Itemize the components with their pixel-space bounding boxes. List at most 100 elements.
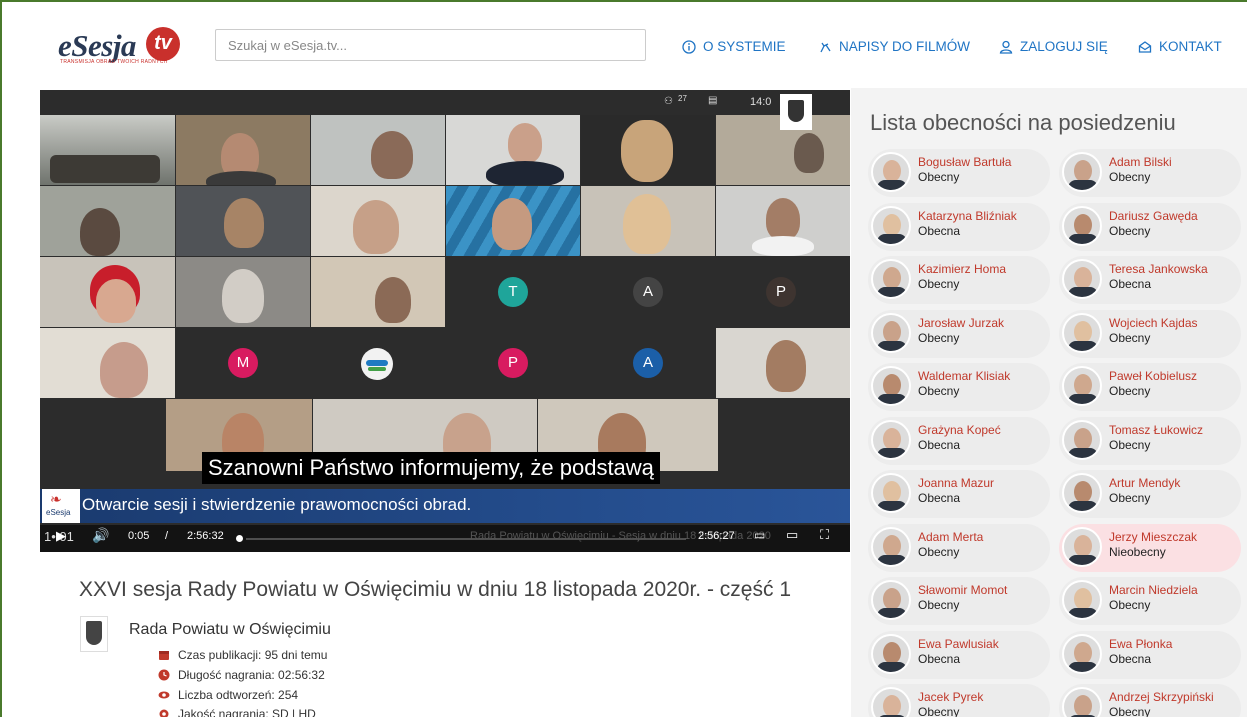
chat-icon: ▤ bbox=[708, 95, 718, 106]
attendee-name[interactable]: Paweł Kobielusz bbox=[1109, 369, 1197, 383]
attendee-name[interactable]: Jacek Pyrek bbox=[918, 690, 983, 704]
attendee-card[interactable]: Jarosław Jurzak Obecny bbox=[868, 309, 1050, 358]
attendee-name[interactable]: Andrzej Skrzypiński bbox=[1109, 690, 1214, 704]
attendee-status: Obecny bbox=[1109, 223, 1151, 238]
attendance-title: Lista obecności na posiedzeniu bbox=[870, 110, 1176, 135]
attendee-card[interactable]: Andrzej Skrzypiński Obecny bbox=[1059, 684, 1241, 717]
theater-mode-icon[interactable]: ▭ bbox=[786, 527, 798, 543]
attendee-status: Obecny bbox=[1109, 705, 1151, 717]
subtitles-icon bbox=[820, 42, 831, 52]
attendee-name[interactable]: Waldemar Klisiak bbox=[918, 369, 1010, 383]
attendee-card[interactable]: Jacek Pyrek Obecny bbox=[868, 684, 1050, 717]
attendee-name[interactable]: Sławomir Momot bbox=[918, 583, 1007, 597]
attendee-card[interactable]: Ewa Płonka Obecna bbox=[1059, 630, 1241, 679]
attendee-card[interactable]: Dariusz Gawęda Obecny bbox=[1059, 202, 1241, 251]
fullscreen-icon[interactable]: ⛶ bbox=[820, 527, 829, 543]
attendee-name[interactable]: Joanna Mazur bbox=[918, 476, 994, 490]
attendee-avatar bbox=[871, 205, 911, 246]
attendee-name[interactable]: Tomasz Łukowicz bbox=[1109, 423, 1203, 437]
nav-kontakt[interactable]: KONTAKT bbox=[1138, 39, 1222, 54]
video-tile bbox=[176, 257, 310, 327]
video-tile bbox=[40, 257, 175, 327]
attendee-card[interactable]: Marcin Niedziela Obecny bbox=[1059, 577, 1241, 625]
attendee-name[interactable]: Teresa Jankowska bbox=[1109, 262, 1208, 276]
brand-label: eSesja bbox=[46, 508, 71, 517]
attendee-status: Obecna bbox=[918, 491, 961, 505]
attendee-name[interactable]: Adam Bilski bbox=[1109, 155, 1172, 169]
progress-handle[interactable] bbox=[236, 535, 243, 542]
logo-tv-badge[interactable]: tv bbox=[146, 27, 180, 61]
attendee-avatar bbox=[1062, 687, 1102, 717]
esesja-small-logo: ❧ eSesja bbox=[42, 489, 80, 523]
video-tile bbox=[40, 115, 175, 185]
nav-zaloguj[interactable]: ZALOGUJ SIĘ bbox=[999, 39, 1108, 54]
attendee-card[interactable]: Tomasz Łukowicz Obecny bbox=[1059, 416, 1241, 465]
attendee-avatar bbox=[1062, 205, 1102, 246]
attendee-status: Obecny bbox=[1109, 384, 1151, 398]
video-tile-avatar: A bbox=[581, 257, 715, 327]
attendee-status: Obecny bbox=[918, 277, 960, 291]
attendee-name[interactable]: Marcin Niedziela bbox=[1109, 583, 1198, 597]
video-tile bbox=[581, 186, 715, 256]
attendee-card[interactable]: Ewa Pawlusiak Obecna bbox=[868, 630, 1050, 679]
video-title: XXVI sesja Rady Powiatu w Oświęcimiu w d… bbox=[79, 578, 792, 601]
search-input[interactable] bbox=[215, 29, 646, 61]
attendee-name[interactable]: Katarzyna Bliźniak bbox=[918, 209, 1017, 223]
participants-count: 27 bbox=[678, 94, 687, 103]
play-icon[interactable]: ▶ bbox=[56, 528, 66, 544]
avatar: T bbox=[498, 277, 528, 307]
attendee-card[interactable]: Adam Merta Obecny bbox=[868, 523, 1050, 572]
attendee-name[interactable]: Grażyna Kopeć bbox=[918, 423, 1001, 437]
video-tile bbox=[311, 115, 445, 185]
meta-label: Czas publikacji: 95 dni temu bbox=[178, 648, 328, 662]
attendee-name[interactable]: Ewa Pawlusiak bbox=[918, 637, 999, 651]
attendee-card[interactable]: Waldemar Klisiak Obecny bbox=[868, 363, 1050, 411]
attendee-avatar bbox=[871, 580, 911, 620]
attendee-card[interactable]: Joanna Mazur Obecna bbox=[868, 470, 1050, 518]
channel-coat-of-arms-icon[interactable] bbox=[80, 616, 108, 652]
attendee-card[interactable]: Grażyna Kopeć Obecna bbox=[868, 416, 1050, 465]
attendee-card[interactable]: Kazimierz Homa Obecny bbox=[868, 256, 1050, 304]
attendee-card[interactable]: Adam Bilski Obecny bbox=[1059, 149, 1241, 197]
attendee-status: Obecny bbox=[1109, 437, 1151, 452]
attendee-status: Obecna bbox=[918, 223, 961, 238]
attendee-card[interactable]: Teresa Jankowska Obecna bbox=[1059, 256, 1241, 304]
attendee-name[interactable]: Artur Mendyk bbox=[1109, 476, 1180, 490]
attendee-name[interactable]: Jarosław Jurzak bbox=[918, 316, 1004, 330]
attendee-avatar bbox=[871, 259, 911, 299]
attendee-name[interactable]: Kazimierz Homa bbox=[918, 262, 1006, 276]
attendee-name[interactable]: Wojciech Kajdas bbox=[1109, 316, 1198, 330]
attendee-status: Obecny bbox=[1109, 491, 1151, 505]
channel-name[interactable]: Rada Powiatu w Oświęcimiu bbox=[129, 621, 331, 639]
attendee-name[interactable]: Jerzy Mieszczak bbox=[1109, 530, 1197, 544]
meta-views: Liczba odtworzeń: 254 bbox=[158, 688, 298, 702]
avatar: P bbox=[498, 348, 528, 378]
volume-icon[interactable]: 🔊 bbox=[92, 527, 109, 544]
attendee-card[interactable]: Katarzyna Bliźniak Obecna bbox=[868, 202, 1050, 251]
clock-text: 14:0 bbox=[750, 96, 772, 108]
attendee-card[interactable]: Jerzy Mieszczak Nieobecny bbox=[1059, 523, 1241, 572]
attendee-avatar bbox=[871, 633, 911, 674]
attendee-card[interactable]: Paweł Kobielusz Obecny bbox=[1059, 363, 1241, 411]
captions-icon[interactable]: ▭ bbox=[754, 528, 765, 542]
current-time: 0:05 bbox=[128, 530, 150, 542]
nav-label: KONTAKT bbox=[1159, 39, 1222, 54]
nav-napisy[interactable]: NAPISY DO FILMÓW bbox=[818, 39, 970, 54]
attendee-status: Obecny bbox=[1109, 330, 1151, 345]
attendee-name[interactable]: Bogusław Bartuła bbox=[918, 155, 1011, 169]
attendee-name[interactable]: Dariusz Gawęda bbox=[1109, 209, 1198, 223]
brand-mark-icon: ❧ bbox=[50, 491, 62, 507]
attendee-card[interactable]: Bogusław Bartuła Obecny bbox=[868, 149, 1050, 197]
attendee-card[interactable]: Sławomir Momot Obecny bbox=[868, 577, 1050, 625]
attendee-card[interactable]: Wojciech Kajdas Obecny bbox=[1059, 309, 1241, 358]
attendee-avatar bbox=[871, 419, 911, 460]
attendee-card[interactable]: Artur Mendyk Obecny bbox=[1059, 470, 1241, 518]
attendee-name[interactable]: Ewa Płonka bbox=[1109, 637, 1172, 651]
nav-o-systemie[interactable]: O SYSTEMIE bbox=[682, 39, 786, 54]
attendee-status: Obecna bbox=[1109, 651, 1152, 666]
nav-label: ZALOGUJ SIĘ bbox=[1020, 39, 1108, 54]
video-tile bbox=[40, 328, 175, 398]
calendar-icon bbox=[159, 651, 169, 660]
attendee-name[interactable]: Adam Merta bbox=[918, 530, 983, 544]
meta-label[interactable]: Jakość nagrania: SD | HD bbox=[178, 707, 316, 717]
